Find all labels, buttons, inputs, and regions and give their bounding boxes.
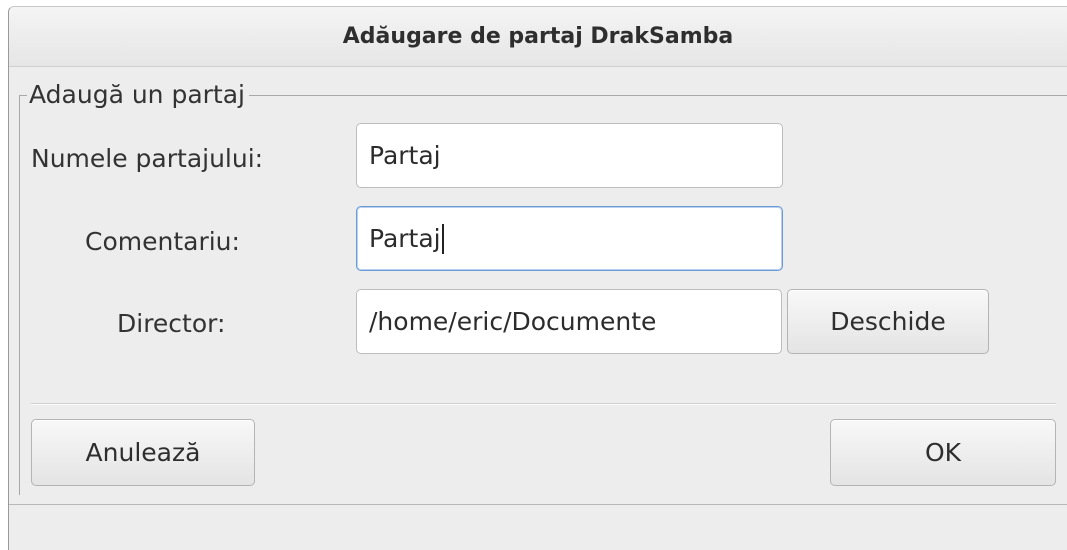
browse-button[interactable]: Deschide (787, 289, 989, 354)
share-name-input[interactable]: Partaj (356, 123, 783, 188)
window-title: Adăugare de partaj DrakSamba (342, 24, 734, 49)
directory-input[interactable]: /home/eric/Documente (356, 289, 782, 354)
button-separator (31, 403, 1056, 405)
title-bar[interactable]: Adăugare de partaj DrakSamba (9, 7, 1067, 67)
share-name-label: Numele partajului: (31, 144, 264, 173)
cancel-button-label: Anulează (85, 438, 201, 467)
ok-button-label: OK (924, 438, 962, 467)
share-name-value: Partaj (369, 141, 441, 170)
cancel-button[interactable]: Anulează (31, 419, 255, 486)
text-cursor (441, 223, 444, 254)
window-bottom-border (9, 504, 1067, 505)
browse-button-label: Deschide (830, 307, 946, 336)
comment-input[interactable]: Partaj (356, 206, 783, 271)
frame-legend: Adaugă un partaj (27, 80, 250, 110)
directory-value: /home/eric/Documente (369, 307, 657, 336)
directory-label: Director: (117, 309, 226, 338)
comment-value: Partaj (369, 224, 441, 253)
comment-label: Comentariu: (85, 227, 240, 256)
ok-button[interactable]: OK (830, 419, 1056, 486)
dialog-window: Adăugare de partaj DrakSamba Adaugă un p… (8, 6, 1067, 550)
